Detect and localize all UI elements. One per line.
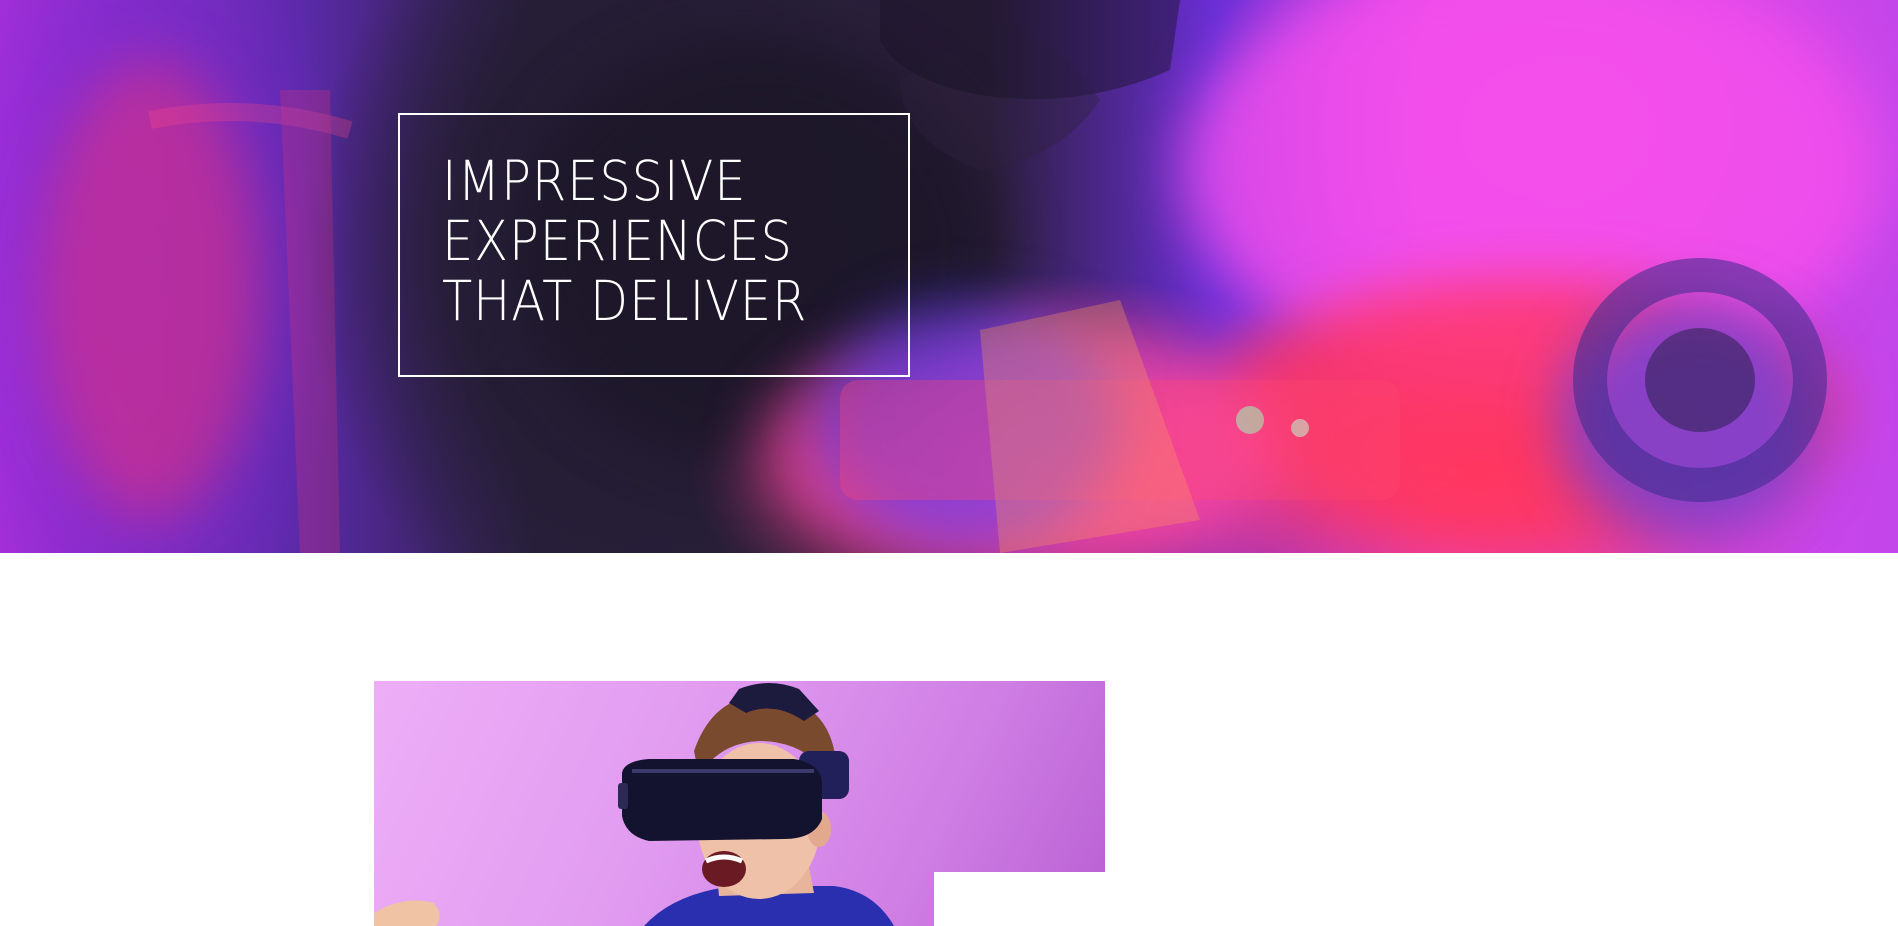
headline-line-3: THAT DELIVER [442,269,808,333]
overlap-panel [934,872,1105,926]
hero-banner: IMPRESSIVE EXPERIENCES THAT DELIVER [0,0,1898,553]
headline-line-2: EXPERIENCES [442,209,793,273]
hero-background-image [148,0,1827,553]
headline-line-1: IMPRESSIVE [442,149,747,213]
headline-frame: IMPRESSIVE EXPERIENCES THAT DELIVER [398,113,910,377]
landing-page: IMPRESSIVE EXPERIENCES THAT DELIVER [0,0,1898,926]
